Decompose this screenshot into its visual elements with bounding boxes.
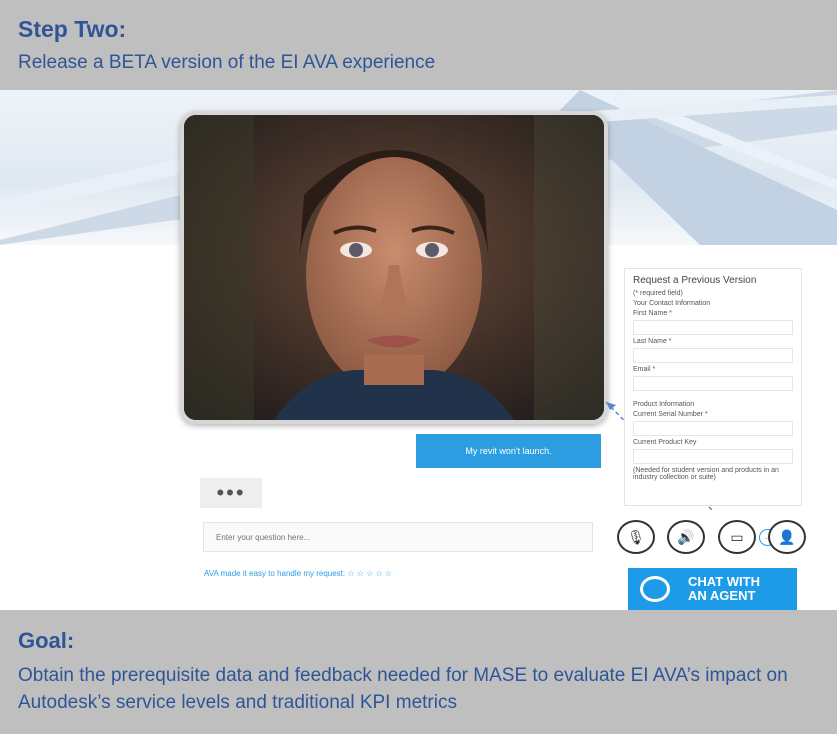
mic-muted-icon[interactable]: 🎙 (617, 520, 655, 554)
contact-section-label: Your Contact Information (633, 300, 711, 307)
goal-text: Obtain the prerequisite data and feedbac… (18, 665, 788, 713)
typing-indicator: ••• (200, 478, 262, 508)
form-note: (Needed for student version and products… (633, 467, 779, 481)
ava-screenshot: Request a Previous Version (* required f… (0, 90, 837, 610)
chat-with-agent-label: CHAT WITH AN AGENT (688, 574, 760, 603)
product-key-field[interactable] (633, 449, 793, 464)
first-name-label: First Name * (633, 310, 672, 317)
request-form-panel: Request a Previous Version (* required f… (624, 268, 802, 506)
product-section-label: Product Information (633, 401, 695, 408)
serial-number-field[interactable] (633, 421, 793, 436)
question-box: → (203, 522, 776, 552)
last-name-field[interactable] (633, 348, 793, 363)
step-header: Step Two: Release a BETA version of the … (0, 0, 837, 90)
video-camera-icon[interactable]: ▭ (718, 520, 756, 554)
step-title: Step Two: (18, 16, 127, 42)
required-note: (* required field) (633, 290, 683, 297)
goal-title: Goal: (18, 628, 75, 653)
email-label: Email * (633, 366, 656, 373)
agent-profile-icon[interactable]: 👤 (768, 520, 806, 554)
rating-prompt[interactable]: AVA made it easy to handle my request: ☆… (204, 569, 392, 578)
user-message-bubble: My revit won't launch. (416, 434, 601, 468)
question-input[interactable] (214, 528, 538, 546)
product-key-label: Current Product Key (633, 439, 697, 446)
last-name-label: Last Name * (633, 338, 672, 345)
first-name-field[interactable] (633, 320, 793, 335)
speaker-icon[interactable]: 🔊 (667, 520, 705, 554)
headset-icon (640, 576, 670, 602)
serial-number-label: Current Serial Number * (633, 411, 708, 418)
goal-section: Goal: Obtain the prerequisite data and f… (0, 610, 837, 734)
email-field[interactable] (633, 376, 793, 391)
step-subtitle: Release a BETA version of the EI AVA exp… (18, 52, 436, 73)
chat-with-agent-button[interactable]: CHAT WITH AN AGENT (628, 568, 797, 610)
form-heading: Request a Previous Version (633, 275, 757, 286)
